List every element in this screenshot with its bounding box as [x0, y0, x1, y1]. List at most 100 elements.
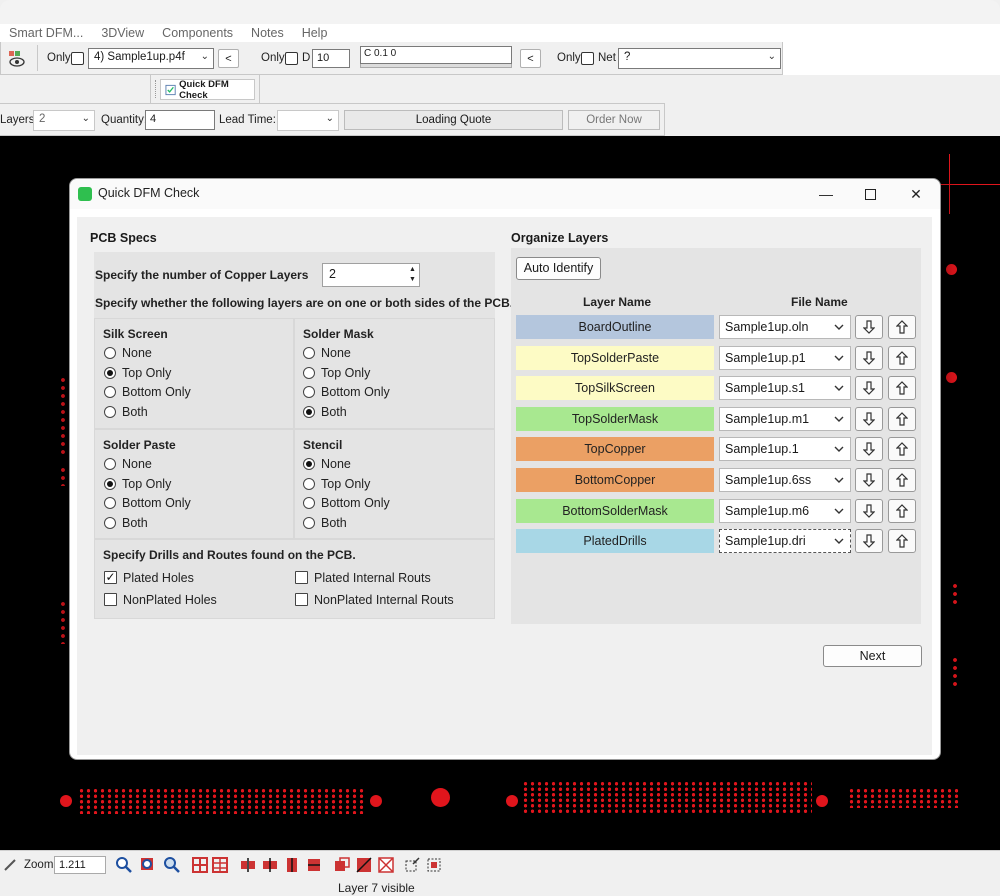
mirror-icon[interactable]	[238, 855, 258, 875]
zoom-layer-icon[interactable]	[138, 855, 158, 875]
file-name-select[interactable]: Sample1up.6ss	[719, 468, 851, 492]
d-input[interactable]: 10	[312, 49, 350, 68]
nonplated-holes-checkbox[interactable]	[104, 593, 117, 606]
mask-bottom-radio[interactable]	[303, 386, 315, 398]
prev-file-button[interactable]: <	[218, 49, 239, 68]
stencil-none-radio[interactable]	[303, 458, 315, 470]
zoom-fit-icon[interactable]	[162, 855, 182, 875]
paste-top-radio[interactable]	[104, 478, 116, 490]
mask-none-radio[interactable]	[303, 347, 315, 359]
move-down-button[interactable]	[855, 437, 883, 461]
stencil-top-radio[interactable]	[303, 478, 315, 490]
dialog-title-bar[interactable]: Quick DFM Check — ✕	[70, 179, 940, 209]
select-grid-icon[interactable]	[424, 855, 444, 875]
mask-top-radio[interactable]	[303, 367, 315, 379]
move-up-button[interactable]	[888, 346, 916, 370]
plated-holes-checkbox[interactable]: ✓	[104, 571, 117, 584]
move-up-button[interactable]	[888, 437, 916, 461]
move-down-button[interactable]	[855, 529, 883, 553]
file-name-value: Sample1up.s1	[725, 381, 805, 395]
file-name-select[interactable]: Sample1up.p1	[719, 346, 851, 370]
spinner-arrows-icon[interactable]: ▲ ▼	[407, 265, 418, 285]
menu-notes[interactable]: Notes	[242, 26, 293, 40]
lead-time-select[interactable]: ⌄	[277, 110, 339, 131]
move-down-button[interactable]	[855, 376, 883, 400]
visibility-icon[interactable]	[3, 44, 31, 72]
menu-smart-dfm[interactable]: Smart DFM...	[0, 26, 92, 40]
silk-bottom-radio[interactable]	[104, 386, 116, 398]
panel-icon[interactable]	[332, 855, 352, 875]
layers-select[interactable]: 2 ⌄	[33, 110, 95, 131]
align-icon[interactable]	[304, 855, 324, 875]
mask-none-label: None	[321, 346, 351, 360]
panel-3-icon[interactable]	[376, 855, 396, 875]
select-area-icon[interactable]	[402, 855, 422, 875]
file-select-value: 4) Sample1up.p4f	[94, 51, 185, 63]
paste-both-radio[interactable]	[104, 517, 116, 529]
plated-routs-checkbox[interactable]	[295, 571, 308, 584]
net-select[interactable]: ? ⌄	[618, 48, 781, 69]
move-up-button[interactable]	[888, 407, 916, 431]
copper-layers-spinner[interactable]: 2 ▲ ▼	[322, 263, 420, 287]
minimize-icon[interactable]: —	[804, 183, 848, 205]
file-name-select[interactable]: Sample1up.m1	[719, 407, 851, 431]
panel-2-icon[interactable]	[354, 855, 374, 875]
silk-none-radio[interactable]	[104, 347, 116, 359]
move-up-button[interactable]	[888, 468, 916, 492]
paste-bottom-radio[interactable]	[104, 497, 116, 509]
file-name-select[interactable]: Sample1up.s1	[719, 376, 851, 400]
quantity-input[interactable]: 4	[145, 110, 215, 130]
file-select[interactable]: 4) Sample1up.p4f ⌄	[88, 48, 214, 69]
pcb-via-column	[952, 582, 958, 604]
file-name-select[interactable]: Sample1up.m6	[719, 499, 851, 523]
stencil-both-radio[interactable]	[303, 517, 315, 529]
flip-icon[interactable]	[260, 855, 280, 875]
menu-components[interactable]: Components	[153, 26, 242, 40]
paste-none-radio[interactable]	[104, 458, 116, 470]
file-name-header: File Name	[791, 295, 848, 309]
file-name-value: Sample1up.dri	[725, 534, 806, 548]
close-icon[interactable]: ✕	[894, 183, 938, 205]
only-checkbox-1[interactable]	[71, 52, 84, 65]
move-down-button[interactable]	[855, 468, 883, 492]
file-name-select[interactable]: Sample1up.oln	[719, 315, 851, 339]
move-up-button[interactable]	[888, 499, 916, 523]
move-up-button[interactable]	[888, 376, 916, 400]
move-up-button[interactable]	[888, 315, 916, 339]
quick-dfm-check-button[interactable]: Quick DFM Check	[160, 79, 255, 101]
move-down-button[interactable]	[855, 499, 883, 523]
dialog-body: PCB Specs Specify the number of Copper L…	[77, 217, 932, 755]
rotate-icon[interactable]	[282, 855, 302, 875]
next-button[interactable]: Next	[823, 645, 922, 667]
only-checkbox-3[interactable]	[581, 52, 594, 65]
move-down-button[interactable]	[855, 407, 883, 431]
menu-help[interactable]: Help	[293, 26, 337, 40]
zoom-input[interactable]: 1.211	[54, 856, 106, 874]
pcb-via-column	[60, 376, 66, 456]
move-down-button[interactable]	[855, 346, 883, 370]
order-now-button[interactable]: Order Now	[568, 110, 660, 130]
stencil-bottom-radio[interactable]	[303, 497, 315, 509]
move-up-button[interactable]	[888, 529, 916, 553]
nonplated-routs-checkbox[interactable]	[295, 593, 308, 606]
layer-grid-icon[interactable]	[190, 855, 210, 875]
maximize-icon[interactable]	[848, 183, 892, 205]
mask-both-radio[interactable]	[303, 406, 315, 418]
loading-quote-button[interactable]: Loading Quote	[344, 110, 563, 130]
move-down-button[interactable]	[855, 315, 883, 339]
silk-both-radio[interactable]	[104, 406, 116, 418]
file-name-select[interactable]: Sample1up.dri	[719, 529, 851, 553]
zoom-in-icon[interactable]	[114, 855, 134, 875]
status-text: Layer 7 visible	[338, 881, 415, 895]
prev-net-button[interactable]: <	[520, 49, 541, 68]
arrow-down-icon	[863, 473, 875, 487]
auto-identify-button[interactable]: Auto Identify	[516, 257, 601, 280]
only-checkbox-2[interactable]	[285, 52, 298, 65]
layer-grid-2-icon[interactable]	[210, 855, 230, 875]
ruler-icon[interactable]	[0, 855, 20, 875]
file-name-select[interactable]: Sample1up.1	[719, 437, 851, 461]
chevron-down-icon	[833, 410, 847, 431]
pcb-via-column	[60, 466, 66, 486]
menu-3dview[interactable]: 3DView	[92, 26, 153, 40]
silk-top-radio[interactable]	[104, 367, 116, 379]
